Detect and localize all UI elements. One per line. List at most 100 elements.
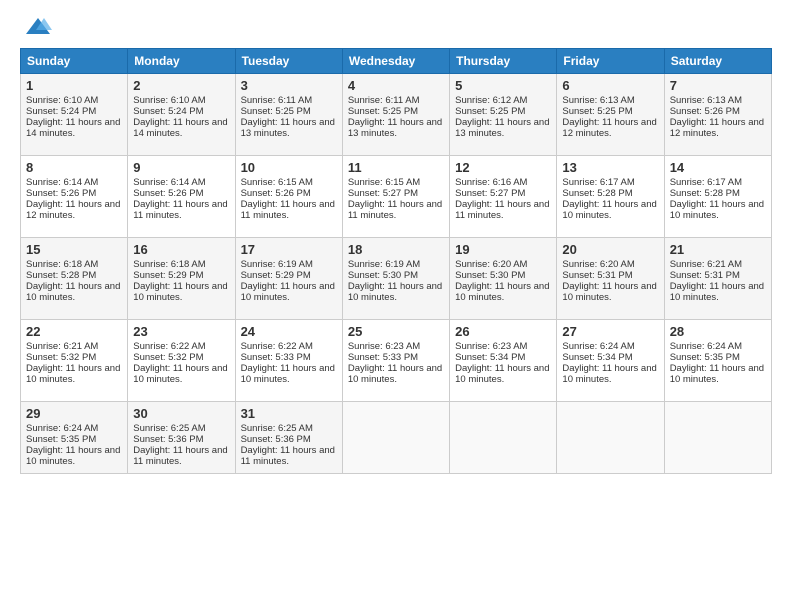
calendar-week-5: 29Sunrise: 6:24 AMSunset: 5:35 PMDayligh…: [21, 402, 772, 474]
daylight-label: Daylight: 11 hours and 10 minutes.: [133, 281, 227, 303]
calendar-header-friday: Friday: [557, 49, 664, 74]
day-number: 3: [241, 78, 337, 93]
day-number: 24: [241, 324, 337, 339]
sunset-label: Sunset: 5:30 PM: [455, 270, 525, 281]
calendar-cell: 30Sunrise: 6:25 AMSunset: 5:36 PMDayligh…: [128, 402, 235, 474]
calendar-cell: 3 Sunrise: 6:11 AMSunset: 5:25 PMDaylight…: [235, 74, 342, 156]
sunset-label: Sunset: 5:25 PM: [455, 106, 525, 117]
sunset-label: Sunset: 5:34 PM: [562, 352, 632, 363]
sunrise-label: Sunrise: 6:24 AM: [670, 341, 742, 352]
day-number: 7: [670, 78, 766, 93]
sunrise-label: Sunrise: 6:20 AM: [455, 259, 527, 270]
day-number: 27: [562, 324, 658, 339]
daylight-label: Daylight: 11 hours and 11 minutes.: [455, 199, 549, 221]
sunset-label: Sunset: 5:28 PM: [562, 188, 632, 199]
sunrise-label: Sunrise: 6:11 AM: [241, 95, 313, 106]
calendar-cell: 25 Sunrise: 6:23 AMSunset: 5:33 PMDayligh…: [342, 320, 449, 402]
sunrise-label: Sunrise: 6:19 AM: [241, 259, 313, 270]
sunrise-label: Sunrise: 6:22 AM: [133, 341, 205, 352]
day-number: 5: [455, 78, 551, 93]
calendar-header-thursday: Thursday: [450, 49, 557, 74]
daylight-label: Daylight: 11 hours and 13 minutes.: [348, 117, 442, 139]
calendar-week-2: 8Sunrise: 6:14 AMSunset: 5:26 PMDaylight…: [21, 156, 772, 238]
sunset-label: Sunset: 5:26 PM: [26, 188, 96, 199]
sunset-label: Sunset: 5:29 PM: [241, 270, 311, 281]
daylight-label: Daylight: 11 hours and 10 minutes.: [348, 281, 442, 303]
sunset-label: Sunset: 5:35 PM: [26, 434, 96, 445]
calendar-cell: [557, 402, 664, 474]
sunset-label: Sunset: 5:33 PM: [348, 352, 418, 363]
calendar-cell: 24Sunrise: 6:22 AMSunset: 5:33 PMDayligh…: [235, 320, 342, 402]
daylight-label: Daylight: 11 hours and 13 minutes.: [455, 117, 549, 139]
daylight-label: Daylight: 11 hours and 10 minutes.: [562, 363, 656, 385]
sunset-label: Sunset: 5:26 PM: [670, 106, 740, 117]
calendar-header-row: SundayMondayTuesdayWednesdayThursdayFrid…: [21, 49, 772, 74]
day-number: 18: [348, 242, 444, 257]
sunset-label: Sunset: 5:33 PM: [241, 352, 311, 363]
calendar-cell: 21Sunrise: 6:21 AMSunset: 5:31 PMDayligh…: [664, 238, 771, 320]
calendar-cell: 27 Sunrise: 6:24 AMSunset: 5:34 PMDayligh…: [557, 320, 664, 402]
sunrise-label: Sunrise: 6:17 AM: [562, 177, 634, 188]
day-number: 23: [133, 324, 229, 339]
calendar-cell: 28Sunrise: 6:24 AMSunset: 5:35 PMDayligh…: [664, 320, 771, 402]
sunset-label: Sunset: 5:31 PM: [670, 270, 740, 281]
sunrise-label: Sunrise: 6:18 AM: [26, 259, 98, 270]
sunrise-label: Sunrise: 6:15 AM: [348, 177, 420, 188]
daylight-label: Daylight: 11 hours and 12 minutes.: [670, 117, 764, 139]
day-number: 6: [562, 78, 658, 93]
sunset-label: Sunset: 5:25 PM: [241, 106, 311, 117]
daylight-label: Daylight: 11 hours and 13 minutes.: [241, 117, 335, 139]
day-number: 12: [455, 160, 551, 175]
daylight-label: Daylight: 11 hours and 10 minutes.: [241, 281, 335, 303]
page: SundayMondayTuesdayWednesdayThursdayFrid…: [0, 0, 792, 484]
sunrise-label: Sunrise: 6:12 AM: [455, 95, 527, 106]
day-number: 25: [348, 324, 444, 339]
day-number: 17: [241, 242, 337, 257]
sunset-label: Sunset: 5:25 PM: [562, 106, 632, 117]
calendar-cell: 10Sunrise: 6:15 AMSunset: 5:26 PMDayligh…: [235, 156, 342, 238]
day-number: 26: [455, 324, 551, 339]
daylight-label: Daylight: 11 hours and 10 minutes.: [348, 363, 442, 385]
daylight-label: Daylight: 11 hours and 10 minutes.: [133, 363, 227, 385]
calendar-cell: 8Sunrise: 6:14 AMSunset: 5:26 PMDaylight…: [21, 156, 128, 238]
sunset-label: Sunset: 5:28 PM: [26, 270, 96, 281]
sunrise-label: Sunrise: 6:13 AM: [670, 95, 742, 106]
daylight-label: Daylight: 11 hours and 10 minutes.: [26, 445, 120, 467]
calendar: SundayMondayTuesdayWednesdayThursdayFrid…: [20, 48, 772, 474]
daylight-label: Daylight: 11 hours and 11 minutes.: [241, 445, 335, 467]
day-number: 4: [348, 78, 444, 93]
day-number: 22: [26, 324, 122, 339]
sunset-label: Sunset: 5:27 PM: [348, 188, 418, 199]
day-number: 31: [241, 406, 337, 421]
calendar-cell: 20Sunrise: 6:20 AMSunset: 5:31 PMDayligh…: [557, 238, 664, 320]
sunrise-label: Sunrise: 6:25 AM: [241, 423, 313, 434]
day-number: 28: [670, 324, 766, 339]
calendar-cell: 29Sunrise: 6:24 AMSunset: 5:35 PMDayligh…: [21, 402, 128, 474]
sunrise-label: Sunrise: 6:24 AM: [562, 341, 634, 352]
calendar-cell: 16Sunrise: 6:18 AMSunset: 5:29 PMDayligh…: [128, 238, 235, 320]
sunset-label: Sunset: 5:32 PM: [26, 352, 96, 363]
sunset-label: Sunset: 5:31 PM: [562, 270, 632, 281]
calendar-cell: 18Sunrise: 6:19 AMSunset: 5:30 PMDayligh…: [342, 238, 449, 320]
calendar-cell: 31Sunrise: 6:25 AMSunset: 5:36 PMDayligh…: [235, 402, 342, 474]
day-number: 20: [562, 242, 658, 257]
daylight-label: Daylight: 11 hours and 11 minutes.: [133, 445, 227, 467]
sunrise-label: Sunrise: 6:18 AM: [133, 259, 205, 270]
calendar-cell: 7 Sunrise: 6:13 AMSunset: 5:26 PMDaylight…: [664, 74, 771, 156]
daylight-label: Daylight: 11 hours and 10 minutes.: [26, 363, 120, 385]
sunrise-label: Sunrise: 6:16 AM: [455, 177, 527, 188]
day-number: 19: [455, 242, 551, 257]
sunrise-label: Sunrise: 6:15 AM: [241, 177, 313, 188]
daylight-label: Daylight: 11 hours and 10 minutes.: [562, 281, 656, 303]
sunrise-label: Sunrise: 6:23 AM: [348, 341, 420, 352]
daylight-label: Daylight: 11 hours and 10 minutes.: [670, 281, 764, 303]
daylight-label: Daylight: 11 hours and 10 minutes.: [241, 363, 335, 385]
daylight-label: Daylight: 11 hours and 10 minutes.: [562, 199, 656, 221]
calendar-week-3: 15Sunrise: 6:18 AMSunset: 5:28 PMDayligh…: [21, 238, 772, 320]
daylight-label: Daylight: 11 hours and 11 minutes.: [133, 199, 227, 221]
sunset-label: Sunset: 5:26 PM: [241, 188, 311, 199]
day-number: 1: [26, 78, 122, 93]
sunrise-label: Sunrise: 6:14 AM: [26, 177, 98, 188]
calendar-cell: 17 Sunrise: 6:19 AMSunset: 5:29 PMDayligh…: [235, 238, 342, 320]
day-number: 30: [133, 406, 229, 421]
